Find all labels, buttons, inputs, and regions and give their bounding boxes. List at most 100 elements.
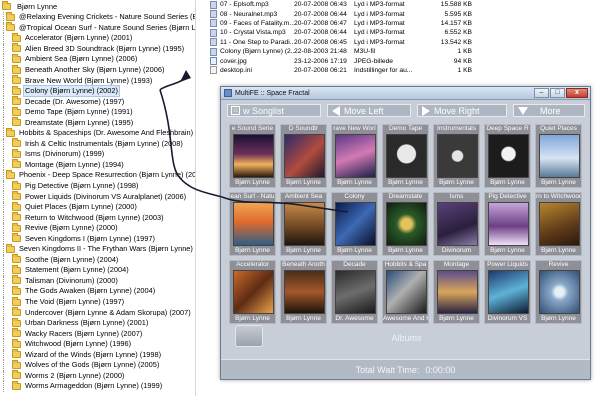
tree-item[interactable]: @Tropical Ocean Surf - Nature Sound Seri… [0, 22, 195, 34]
songlist-button[interactable]: ⌂ w Songlist [227, 104, 321, 117]
album-title: Decade [343, 261, 366, 268]
album-tile[interactable]: D Soundtr Bjørn Lynne [280, 124, 327, 188]
album-cover [437, 202, 478, 246]
tree-item[interactable]: Beneath Another Sky (Bjørn Lynne) (2006) [0, 64, 195, 76]
album-tile[interactable]: Power Liquids Divinorum VS [484, 260, 531, 324]
tree-item[interactable]: Return to Witchwood (Bjørn Lynne) (2003) [0, 212, 195, 223]
album-cover [488, 270, 529, 314]
album-tile[interactable]: Accelerator Bjørn Lynne [229, 260, 276, 324]
tree-item[interactable]: Decade (Dr. Awesome) (1997) [0, 96, 195, 107]
file-type: JPEG-billede [354, 57, 394, 65]
tree-item[interactable]: Power Liquids (Divinorum VS Auralplanet)… [0, 191, 195, 202]
tree-item-label: Ambient Sea (Bjørn Lynne) (2006) [25, 54, 138, 64]
folder-tree[interactable]: Bjørn Lynne @Relaxing Evening Crickets -… [0, 0, 196, 396]
album-tile[interactable]: rn to Witchwood Bjørn Lynne [535, 192, 582, 256]
tree-item[interactable]: Talisman (Divinorum) (2000) [0, 275, 195, 287]
file-row[interactable]: desktop.ini 20-07-2008 06:21 Indstillinger… [210, 66, 600, 75]
tree-item[interactable]: @Relaxing Evening Crickets - Nature Soun… [0, 11, 195, 23]
file-row[interactable]: cover.jpg 23-12-2006 17:19 JPEG-billede 94 … [210, 56, 600, 66]
tree-item[interactable]: Revive (Bjørn Lynne) (2000) [0, 222, 195, 234]
title-bar[interactable]: MultiFE :: Space Fractal – □ x [221, 87, 590, 100]
tree-item-label: Wizard of the Winds (Bjørn Lynne) (1998) [25, 349, 162, 359]
album-tile[interactable]: Dreamstate Bjørn Lynne [382, 192, 429, 256]
left-arrow-icon [332, 105, 340, 116]
tree-item[interactable]: Demo Tape (Bjørn Lynne) (1991) [0, 106, 195, 118]
album-tile[interactable]: Quiet Places Bjørn Lynne [535, 124, 582, 188]
folder-icon [12, 307, 21, 317]
album-title: Power Liquids [487, 261, 528, 268]
file-list[interactable]: 07 - Eplsoft.mp3 20-07-2008 06:43 Lyd i MP… [210, 0, 600, 85]
file-row[interactable]: 07 - Eplsoft.mp3 20-07-2008 06:43 Lyd i MP… [210, 0, 600, 9]
album-tile[interactable]: Decade Dr. Awesome [331, 260, 378, 324]
minimize-button[interactable]: – [534, 88, 549, 98]
album-tile[interactable]: Ambient Sea Bjørn Lynne [280, 192, 327, 256]
album-tile[interactable]: rave New Worl Bjørn Lynne [331, 124, 378, 188]
move-right-button[interactable]: Move Right [417, 104, 507, 117]
tree-item[interactable]: Undercover (Bjørn Lynne & Adam Skorupa) … [0, 307, 195, 318]
tree-item-label: Hobbits & Spaceships (Dr. Awesome And Fl… [19, 128, 196, 138]
album-tile[interactable]: ean Surf - Natu Bjørn Lynne [229, 192, 276, 256]
tree-root[interactable]: Bjørn Lynne [2, 1, 57, 12]
tree-connector [3, 96, 10, 107]
folder-icon [12, 338, 21, 348]
album-title: Revive [548, 261, 569, 268]
album-tile[interactable]: Beneath Anoth Bjørn Lynne [280, 260, 327, 324]
folder-icon [12, 96, 21, 106]
move-left-button[interactable]: Move Left [327, 104, 411, 117]
tree-item[interactable]: Dreamstate (Bjørn Lynne) (1995) [0, 117, 195, 129]
tree-item[interactable]: Isms (Divinorum) (1999) [0, 148, 195, 160]
album-tile[interactable]: Deep Space R Bjørn Lynne [484, 124, 531, 188]
file-row[interactable]: 11 - One Step to Paradi... 20-07-2008 06:… [210, 38, 600, 47]
album-tile[interactable]: Instrumentals Bjørn Lynne [433, 124, 480, 188]
tree-item[interactable]: Hobbits & Spaceships (Dr. Awesome And Fl… [0, 127, 196, 139]
file-row[interactable]: 10 - Crystal Vista.mp3 20-07-2008 06:44 Ly… [210, 28, 600, 37]
maximize-button[interactable]: □ [550, 88, 565, 98]
album-tile[interactable]: Hobbits & Spa Awesome And H [382, 260, 429, 324]
tree-item[interactable]: The Void (Bjørn Lynne) (1997) [0, 296, 195, 308]
tree-item[interactable]: Phoenix - Deep Space Resurrection (Bjørn… [0, 169, 195, 181]
tree-item-label: Pig Detective (Bjørn Lynne) (1998) [25, 181, 139, 191]
tree-item[interactable]: The Gods Awaken (Bjørn Lynne) (2004) [0, 285, 195, 297]
tree-item[interactable]: Colony (Bjørn Lynne) (2002) [0, 85, 195, 98]
tree-item[interactable]: Wolves of the Gods (Bjørn Lynne) (2005) [0, 359, 195, 371]
tree-item[interactable]: Witchwood (Bjørn Lynne) (1996) [0, 338, 195, 350]
file-row[interactable]: 09 - Faces of Fatality.m... 20-07-2008 06… [210, 19, 600, 28]
file-date: 20-07-2008 06:45 [294, 38, 347, 46]
album-tile[interactable]: Revive Bjørn Lynne [535, 260, 582, 324]
tree-item[interactable]: Ambient Sea (Bjørn Lynne) (2006) [0, 53, 195, 65]
tree-item-label: Beneath Another Sky (Bjørn Lynne) (2006) [25, 65, 165, 74]
album-tile[interactable]: Demo Tape Bjørn Lynne [382, 124, 429, 188]
tree-item[interactable]: Quiet Places (Bjørn Lynne) (2000) [0, 201, 195, 213]
tree-item[interactable]: Worms 2 (Bjørn Lynne) (2000) [0, 370, 195, 382]
tree-item[interactable]: Statement (Bjørn Lynne) (2004) [0, 264, 195, 276]
folder-icon [12, 138, 21, 148]
tree-item[interactable]: Brave New World (Bjørn Lynne) (1993) [0, 75, 195, 86]
tree-item[interactable]: Soothe (Bjørn Lynne) (2004) [0, 254, 195, 266]
album-tile[interactable]: Pig Detective Bjørn Lynne [484, 192, 531, 256]
move-right-label: Move Right [434, 105, 480, 116]
tree-item[interactable]: Pig Detective (Bjørn Lynne) (1998) [0, 180, 195, 192]
album-tile[interactable]: Isms Divinorum [433, 192, 480, 256]
tree-item[interactable]: Alien Breed 3D Soundtrack (Bjørn Lynne) … [0, 43, 195, 55]
file-row[interactable]: Colony (Bjørn Lynne) (2... 22-08-2003 21:… [210, 47, 600, 56]
album-tile[interactable]: Montage Bjørn Lynne [433, 260, 480, 324]
tree-item[interactable]: Montage (Bjørn Lynne) (1994) [0, 159, 195, 171]
tree-item[interactable]: Seven Kingdoms I (Bjørn Lynne) (1997) [0, 233, 195, 245]
tree-item[interactable]: Worms Armageddon (Bjørn Lynne) (1999) [0, 380, 195, 392]
more-button[interactable]: More [513, 104, 585, 117]
tree-item[interactable]: Irish & Celtic Instrumentals (Bjørn Lynn… [0, 138, 195, 150]
tree-item-label: Wacky Racers (Bjørn Lynne) (2007) [25, 328, 143, 338]
album-tile[interactable]: e Sound Serie Bjørn Lynne [229, 124, 276, 188]
tree-item[interactable]: Wizard of the Winds (Bjørn Lynne) (1998) [0, 349, 195, 361]
tree-item[interactable]: Seven Kingdoms II - The Frythan Wars (Bj… [0, 243, 195, 255]
tree-item[interactable]: Wacky Racers (Bjørn Lynne) (2007) [0, 328, 195, 339]
file-size: 6.552 KB [444, 29, 472, 37]
close-button[interactable]: x [566, 88, 588, 98]
tree-item[interactable]: Accelerator (Bjørn Lynne) (2001) [0, 32, 195, 44]
file-row[interactable]: 08 - Neuralnet.mp3 20-07-2008 06:44 Lyd i … [210, 9, 600, 19]
album-tile[interactable]: Colony Bjørn Lynne [331, 192, 378, 256]
music-file-icon [210, 0, 217, 9]
tree-item-label: Isms (Divinorum) (1999) [25, 149, 105, 159]
album-artist: Bjørn Lynne [235, 315, 270, 322]
tree-item[interactable]: Urban Darkness (Bjørn Lynne) (2001) [0, 317, 195, 329]
